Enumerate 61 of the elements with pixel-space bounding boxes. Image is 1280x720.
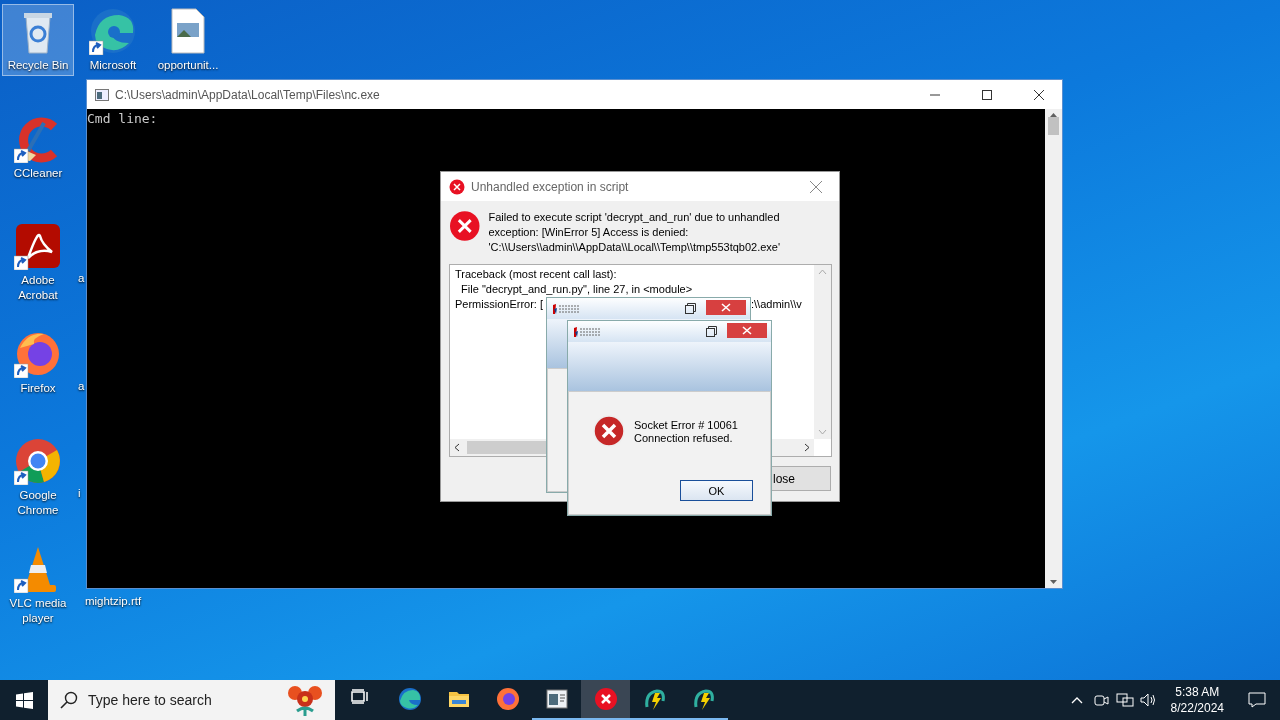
clock-time: 5:38 AM (1175, 684, 1220, 700)
maximize-icon[interactable] (982, 89, 992, 100)
windows-logo-icon[interactable] (15, 691, 33, 709)
error-message: Socket Error # 10061 Connection refused. (634, 419, 738, 445)
chrome-icon[interactable] (14, 437, 62, 486)
desktop-icon-label[interactable]: Firefox (20, 380, 56, 396)
error-icon[interactable] (593, 687, 618, 711)
logo-icon (573, 325, 601, 338)
restore-icon[interactable] (706, 326, 717, 337)
error-icon (593, 415, 625, 447)
arrow-right-icon[interactable] (804, 443, 810, 452)
window-title: C:\Users\admin\AppData\Local\Temp\Files\nc.exe (115, 87, 381, 102)
taskbar-button[interactable] (581, 680, 630, 720)
logo-icon (552, 302, 580, 315)
console-icon[interactable] (544, 687, 569, 711)
edge-icon[interactable] (397, 687, 422, 711)
traceback-line: :\\admin\\v (751, 297, 802, 311)
desktop-icon-selection[interactable]: Recycle Bin (2, 4, 74, 76)
desktop-icon-label[interactable]: CCleaner (13, 165, 63, 181)
ok-button[interactable]: OK (680, 480, 753, 501)
app-icon[interactable] (642, 687, 667, 711)
desktop-icon-label[interactable]: Google Chrome (3, 488, 73, 519)
dialog-title: Unhandled exception in script (471, 179, 630, 194)
chevron-up-icon[interactable] (1070, 696, 1083, 704)
close-button[interactable] (706, 300, 746, 315)
error-message: Failed to execute script 'decrypt_and_run' due to unhandled exception: [WinError 5] Access is denied: 'C:\\Users\\admin\\AppData\\Local\\Temp\\tmp553tqb02.exe' (488, 210, 782, 255)
network-icon[interactable] (1115, 692, 1134, 708)
search-bar[interactable]: Type here to search (48, 680, 335, 720)
desktop-icon-label[interactable]: opportunit... (157, 58, 219, 73)
clock-date: 8/22/2024 (1170, 700, 1224, 716)
camera-icon[interactable] (1092, 692, 1109, 708)
clock[interactable]: 5:38 AM 8/22/2024 (1160, 684, 1234, 716)
close-icon[interactable] (1034, 89, 1044, 100)
desktop-icon-label[interactable]: a (78, 378, 85, 394)
traceback-line: File "decrypt_and_run.py", line 27, in <module> (460, 282, 693, 296)
edge-icon[interactable] (89, 7, 137, 55)
desktop-icon-label[interactable]: mightzip.rtf (84, 594, 142, 609)
close-button[interactable] (727, 323, 767, 338)
search-field[interactable]: Type here to search (86, 691, 275, 709)
arrow-left-icon[interactable] (454, 443, 460, 452)
desktop-icon-label[interactable]: Microsoft (89, 58, 137, 73)
notification-icon[interactable] (1248, 692, 1266, 708)
restore-icon[interactable] (685, 303, 696, 314)
error-icon (449, 178, 465, 195)
error-icon (449, 210, 481, 242)
firefox-icon[interactable] (495, 687, 520, 711)
desktop-icon-label[interactable]: Adobe Acrobat (3, 273, 73, 304)
traceback-line: PermissionError: [ (455, 297, 544, 311)
desktop-icon-label[interactable]: VLC media player (3, 596, 73, 626)
desktop-icon-label[interactable]: a (78, 271, 85, 287)
search-icon (60, 691, 78, 709)
console-text: Cmd line: (87, 111, 158, 126)
desktop-icon-label[interactable]: i (78, 486, 81, 502)
desktop-icon-label[interactable]: Recycle Bin (7, 58, 69, 73)
scrollbar[interactable] (1045, 109, 1062, 588)
volume-icon[interactable] (1139, 692, 1158, 708)
scrollbar-thumb[interactable] (1048, 117, 1059, 135)
acrobat-icon[interactable] (14, 222, 62, 271)
app-icon[interactable] (691, 687, 716, 711)
console-icon (95, 88, 109, 101)
traceback-line: Traceback (most recent call last): (455, 267, 617, 281)
